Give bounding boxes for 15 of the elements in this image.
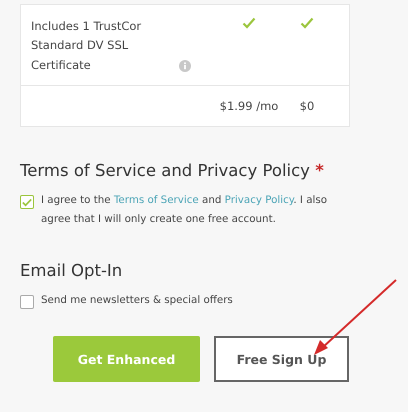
sign-up-button[interactable]: Free Sign Up <box>214 336 349 382</box>
section-heading: Email Opt-In <box>20 261 124 280</box>
required-mark: * <box>315 161 324 180</box>
feature-label: Includes 1 TrustCor Standard DV SSL Certificate <box>31 18 142 74</box>
price-label: $0 <box>300 99 314 113</box>
checkbox-label: Send me newsletters & special offers <box>41 293 233 308</box>
get-enhanced-button[interactable]: Get Enhanced <box>53 336 200 382</box>
terms-link[interactable]: Terms of Service <box>114 194 199 206</box>
section-heading: Terms of Service and Privacy Policy <box>20 161 310 180</box>
price-label: $1.99 /mo <box>220 99 278 113</box>
checkbox[interactable] <box>20 295 34 309</box>
privacy-link[interactable]: Privacy Policy <box>224 194 294 206</box>
agreement-text: I agree to the Terms of Service and Privacy Policy. I also agree that I will only create one free account. <box>41 193 328 227</box>
info-icon <box>179 60 191 72</box>
checkbox[interactable] <box>20 195 34 209</box>
